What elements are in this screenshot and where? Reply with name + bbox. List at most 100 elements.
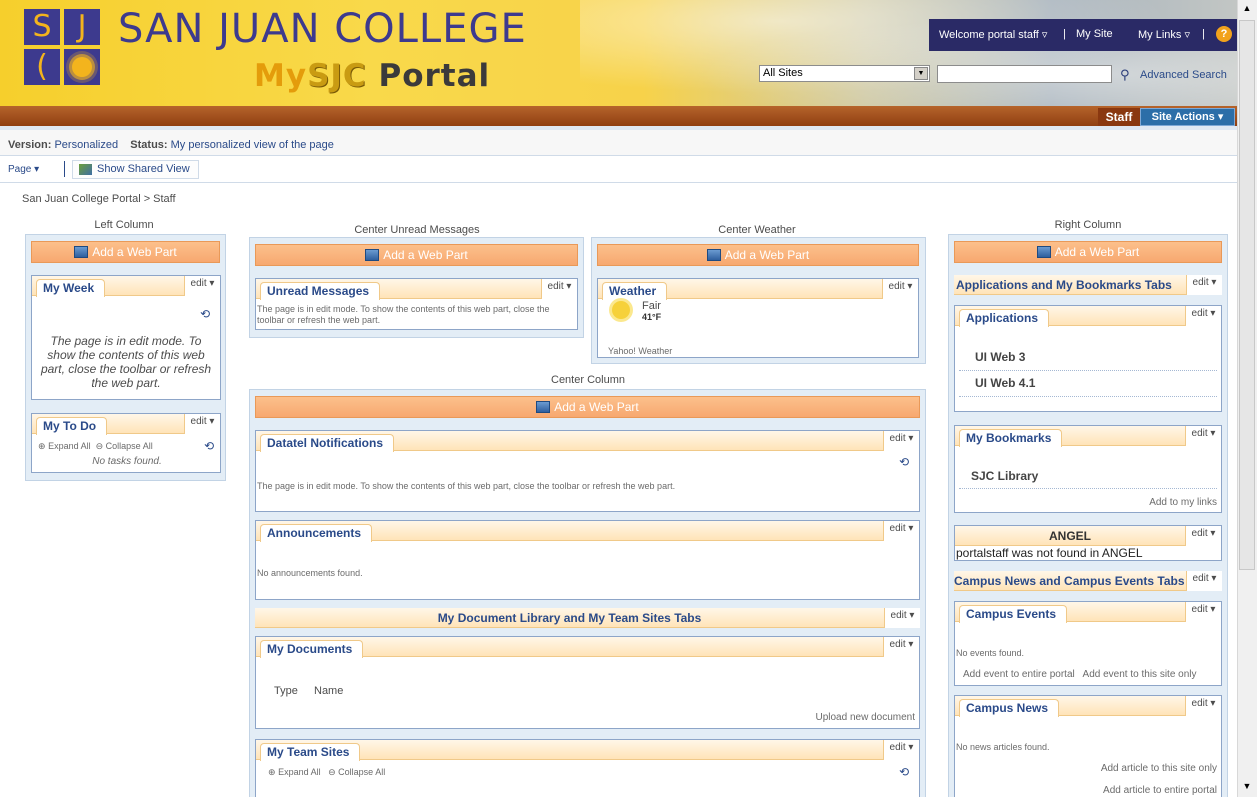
add-article-portal-link[interactable]: Add article to entire portal [1103,785,1217,796]
site-actions-menu[interactable]: Site Actions ▾ [1140,108,1235,126]
add-web-part-icon [536,401,551,413]
web-part-my-documents: My Documents edit ▾ Type Name Upload new… [255,636,920,729]
add-web-part-label: Add a Web Part [383,248,468,262]
edit-menu-button[interactable]: edit ▾ [883,521,919,541]
welcome-menu[interactable]: Welcome portal staff ▿ [939,28,1047,41]
edit-menu-button[interactable]: edit ▾ [882,279,918,299]
search-input[interactable] [937,65,1112,83]
edit-menu-button[interactable]: edit ▾ [1185,526,1221,546]
add-web-part-button[interactable]: Add a Web Part [954,241,1222,263]
search-scope-value: All Sites [763,67,803,79]
collapse-all-link[interactable]: Collapse All [338,767,385,777]
add-article-site-link[interactable]: Add article to this site only [1101,763,1217,774]
scroll-down-arrow-icon[interactable]: ▼ [1240,781,1254,795]
no-events-message: No events found. [956,648,1025,658]
edit-menu-button[interactable]: edit ▾ [883,431,919,451]
collapse-all-link[interactable]: Collapse All [106,441,153,451]
page-menu[interactable]: Page ▾ [8,164,39,175]
edit-mode-message: The page is in edit mode. To show the co… [257,481,676,491]
add-web-part-icon [74,246,89,258]
no-tasks-message: No tasks found. [92,456,162,467]
collapse-all-icon[interactable]: ⊖ [96,441,104,451]
logo-cell-c: ( [24,49,60,85]
web-part-angel: ANGEL edit ▾ portalstaff was not found i… [954,525,1222,561]
add-event-site-link[interactable]: Add event to this site only [1083,669,1197,680]
help-icon[interactable]: ? [1216,26,1232,42]
web-part-header: Campus News and Campus Events Tabs edit … [954,571,1222,591]
web-part-header: Unread Messages edit ▾ [256,279,577,300]
refresh-icon[interactable]: ⟲ [899,765,909,779]
column-header-name[interactable]: Name [314,685,343,697]
edit-menu-button[interactable]: edit ▾ [1185,602,1221,622]
add-to-my-links-link[interactable]: Add to my links [1149,497,1217,508]
bookmark-link[interactable]: SJC Library [971,469,1038,483]
add-web-part-label: Add a Web Part [554,400,639,414]
add-event-portal-link[interactable]: Add event to entire portal [963,669,1075,680]
web-part-applications: Applications edit ▾ UI Web 3 UI Web 4.1 [954,305,1222,412]
no-news-message: No news articles found. [956,742,1050,752]
add-web-part-label: Add a Web Part [724,248,810,262]
web-part-title: Unread Messages [260,282,381,300]
edit-menu-button[interactable]: edit ▾ [184,276,220,296]
add-web-part-button[interactable]: Add a Web Part [255,244,578,266]
scroll-up-arrow-icon[interactable]: ▲ [1240,3,1254,17]
column-header-type[interactable]: Type [274,685,298,697]
breadcrumb[interactable]: San Juan College Portal > Staff [22,193,176,205]
search-icon[interactable]: ⚲ [1120,67,1130,83]
add-web-part-label: Add a Web Part [92,245,177,259]
expand-all-icon[interactable]: ⊕ [268,767,276,777]
web-part-doc-tabs: My Document Library and My Team Sites Ta… [255,608,920,628]
show-shared-view-label: Show Shared View [97,163,190,175]
app-link[interactable]: UI Web 3 [975,350,1025,364]
logo-cell-j: J [64,9,100,45]
search-scope-select[interactable]: All Sites ▼ [759,65,930,82]
add-web-part-button[interactable]: Add a Web Part [255,396,920,418]
zone-center-column: Add a Web Part Datatel Notifications edi… [249,389,926,797]
status-value: My personalized view of the page [170,139,334,151]
scrollbar-thumb[interactable] [1239,20,1255,570]
refresh-icon[interactable]: ⟲ [200,307,210,321]
web-part-title: ANGEL [1049,529,1091,543]
tab-staff[interactable]: Staff [1098,108,1140,126]
zone-center-weather: Add a Web Part Weather edit ▾ Fair 41°F … [591,237,926,364]
web-part-title: Weather [602,282,668,300]
expand-all-link[interactable]: Expand All [278,767,321,777]
edit-menu-button[interactable]: edit ▾ [883,637,919,657]
my-links-menu[interactable]: My Links ▿ [1138,28,1190,41]
app-link[interactable]: UI Web 4.1 [975,376,1035,390]
web-part-campus-news: Campus News edit ▾ No news articles foun… [954,695,1222,797]
version-value[interactable]: Personalized [54,139,118,151]
add-web-part-button[interactable]: Add a Web Part [31,241,220,263]
edit-menu-button[interactable]: edit ▾ [1186,571,1222,591]
web-part-title: Applications and My Bookmarks Tabs [956,278,1172,292]
edit-menu-button[interactable]: edit ▾ [541,279,577,299]
collapse-all-icon[interactable]: ⊖ [328,767,336,777]
web-part-title: Campus News and Campus Events Tabs [954,574,1185,588]
expand-all-icon[interactable]: ⊕ [38,441,46,451]
edit-menu-button[interactable]: edit ▾ [184,414,220,434]
edit-menu-button[interactable]: edit ▾ [1185,306,1221,326]
edit-menu-button[interactable]: edit ▾ [1185,696,1221,716]
divider [959,370,1217,371]
edit-menu-button[interactable]: edit ▾ [1186,275,1222,295]
edit-menu-button[interactable]: edit ▾ [883,740,919,760]
portal-name-portal: Portal [378,58,491,94]
advanced-search-link[interactable]: Advanced Search [1140,69,1227,81]
show-shared-view-button[interactable]: Show Shared View [72,160,199,179]
top-nav-strip [0,106,1237,126]
weather-source-link[interactable]: Yahoo! Weather [608,346,672,356]
portal-name: MySJC Portal [254,58,490,94]
web-part-datatel-notifications: Datatel Notifications edit ▾ ⟲ The page … [255,430,920,512]
dropdown-arrow-icon[interactable]: ▼ [914,67,928,80]
edit-menu-button[interactable]: edit ▾ [1185,426,1221,446]
upload-document-link[interactable]: Upload new document [815,712,915,723]
web-part-announcements: Announcements edit ▾ No announcements fo… [255,520,920,600]
refresh-icon[interactable]: ⟲ [204,439,214,453]
my-site-link[interactable]: My Site [1076,28,1113,40]
web-part-header: My Team Sites edit ▾ [256,740,919,761]
add-web-part-label: Add a Web Part [1054,245,1140,259]
expand-all-link[interactable]: Expand All [48,441,91,451]
edit-menu-button[interactable]: edit ▾ [884,608,920,628]
add-web-part-button[interactable]: Add a Web Part [597,244,919,266]
refresh-icon[interactable]: ⟲ [899,455,909,469]
